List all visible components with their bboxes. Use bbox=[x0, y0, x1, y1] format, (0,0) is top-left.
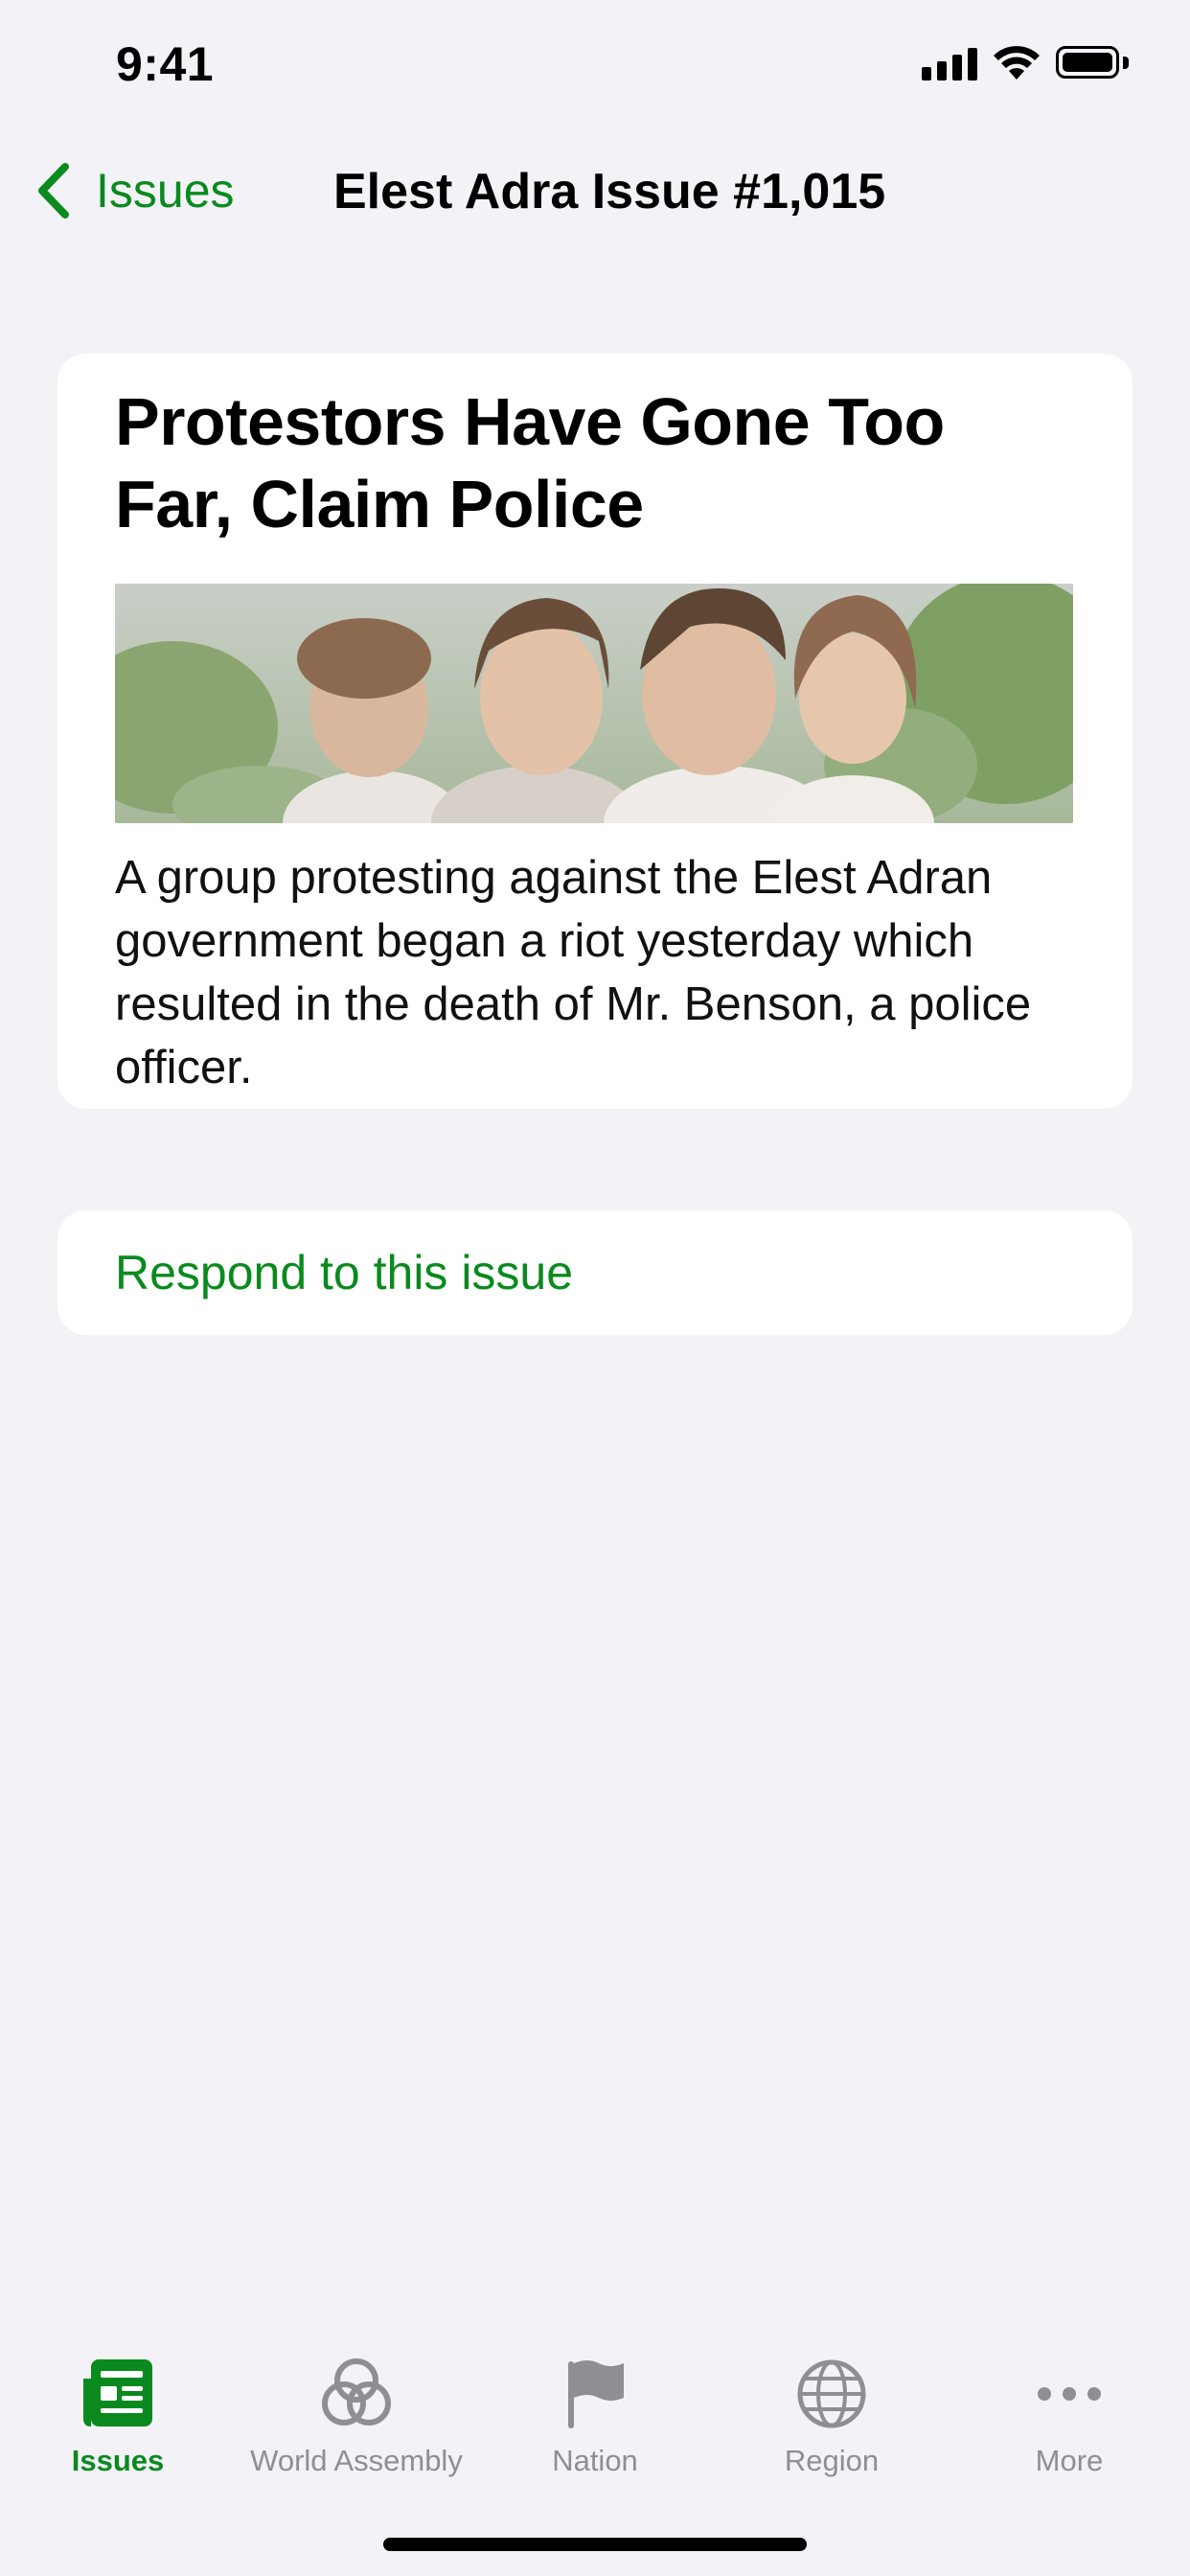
tab-nation[interactable]: Nation bbox=[476, 2354, 714, 2478]
globe-icon bbox=[797, 2359, 866, 2428]
back-label: Issues bbox=[96, 164, 235, 218]
battery-icon bbox=[1056, 46, 1129, 80]
chevron-left-icon bbox=[38, 163, 69, 218]
tab-label: Region bbox=[784, 2444, 880, 2477]
issue-description: A group protesting against the Elest Adr… bbox=[115, 852, 1032, 1093]
issue-card: Protestors Have Gone Too Far, Claim Poli… bbox=[57, 354, 1133, 1109]
tab-world-assembly[interactable]: World Assembly bbox=[238, 2354, 475, 2478]
respond-label: Respond to this issue bbox=[115, 1246, 574, 1300]
respond-button[interactable]: Respond to this issue bbox=[57, 1210, 1133, 1335]
back-button[interactable]: Issues bbox=[34, 157, 235, 224]
world-assembly-icon bbox=[322, 2358, 391, 2426]
newspaper-icon bbox=[83, 2359, 152, 2426]
status-bar: 9:41 bbox=[0, 0, 1190, 126]
cellular-signal-icon bbox=[922, 46, 977, 80]
tab-issues[interactable]: Issues bbox=[0, 2354, 237, 2478]
tab-label: Nation bbox=[552, 2444, 638, 2477]
status-time: 9:41 bbox=[116, 37, 215, 91]
tab-label: World Assembly bbox=[250, 2444, 463, 2477]
ellipsis-icon bbox=[1038, 2387, 1101, 2401]
wifi-icon bbox=[994, 46, 1040, 80]
home-indicator bbox=[383, 2538, 807, 2551]
issue-image bbox=[115, 584, 1073, 823]
navigation-bar: Issues Elest Adra Issue #1,015 bbox=[0, 144, 1190, 236]
tab-more[interactable]: More bbox=[950, 2354, 1188, 2478]
page-title: Elest Adra Issue #1,015 bbox=[333, 164, 886, 219]
status-icons bbox=[922, 44, 1129, 82]
tab-label: More bbox=[1035, 2444, 1104, 2477]
issue-title: Protestors Have Gone Too Far, Claim Poli… bbox=[115, 384, 945, 541]
flag-icon bbox=[568, 2360, 624, 2428]
tab-label: Issues bbox=[71, 2444, 165, 2477]
tab-region[interactable]: Region bbox=[713, 2354, 950, 2478]
